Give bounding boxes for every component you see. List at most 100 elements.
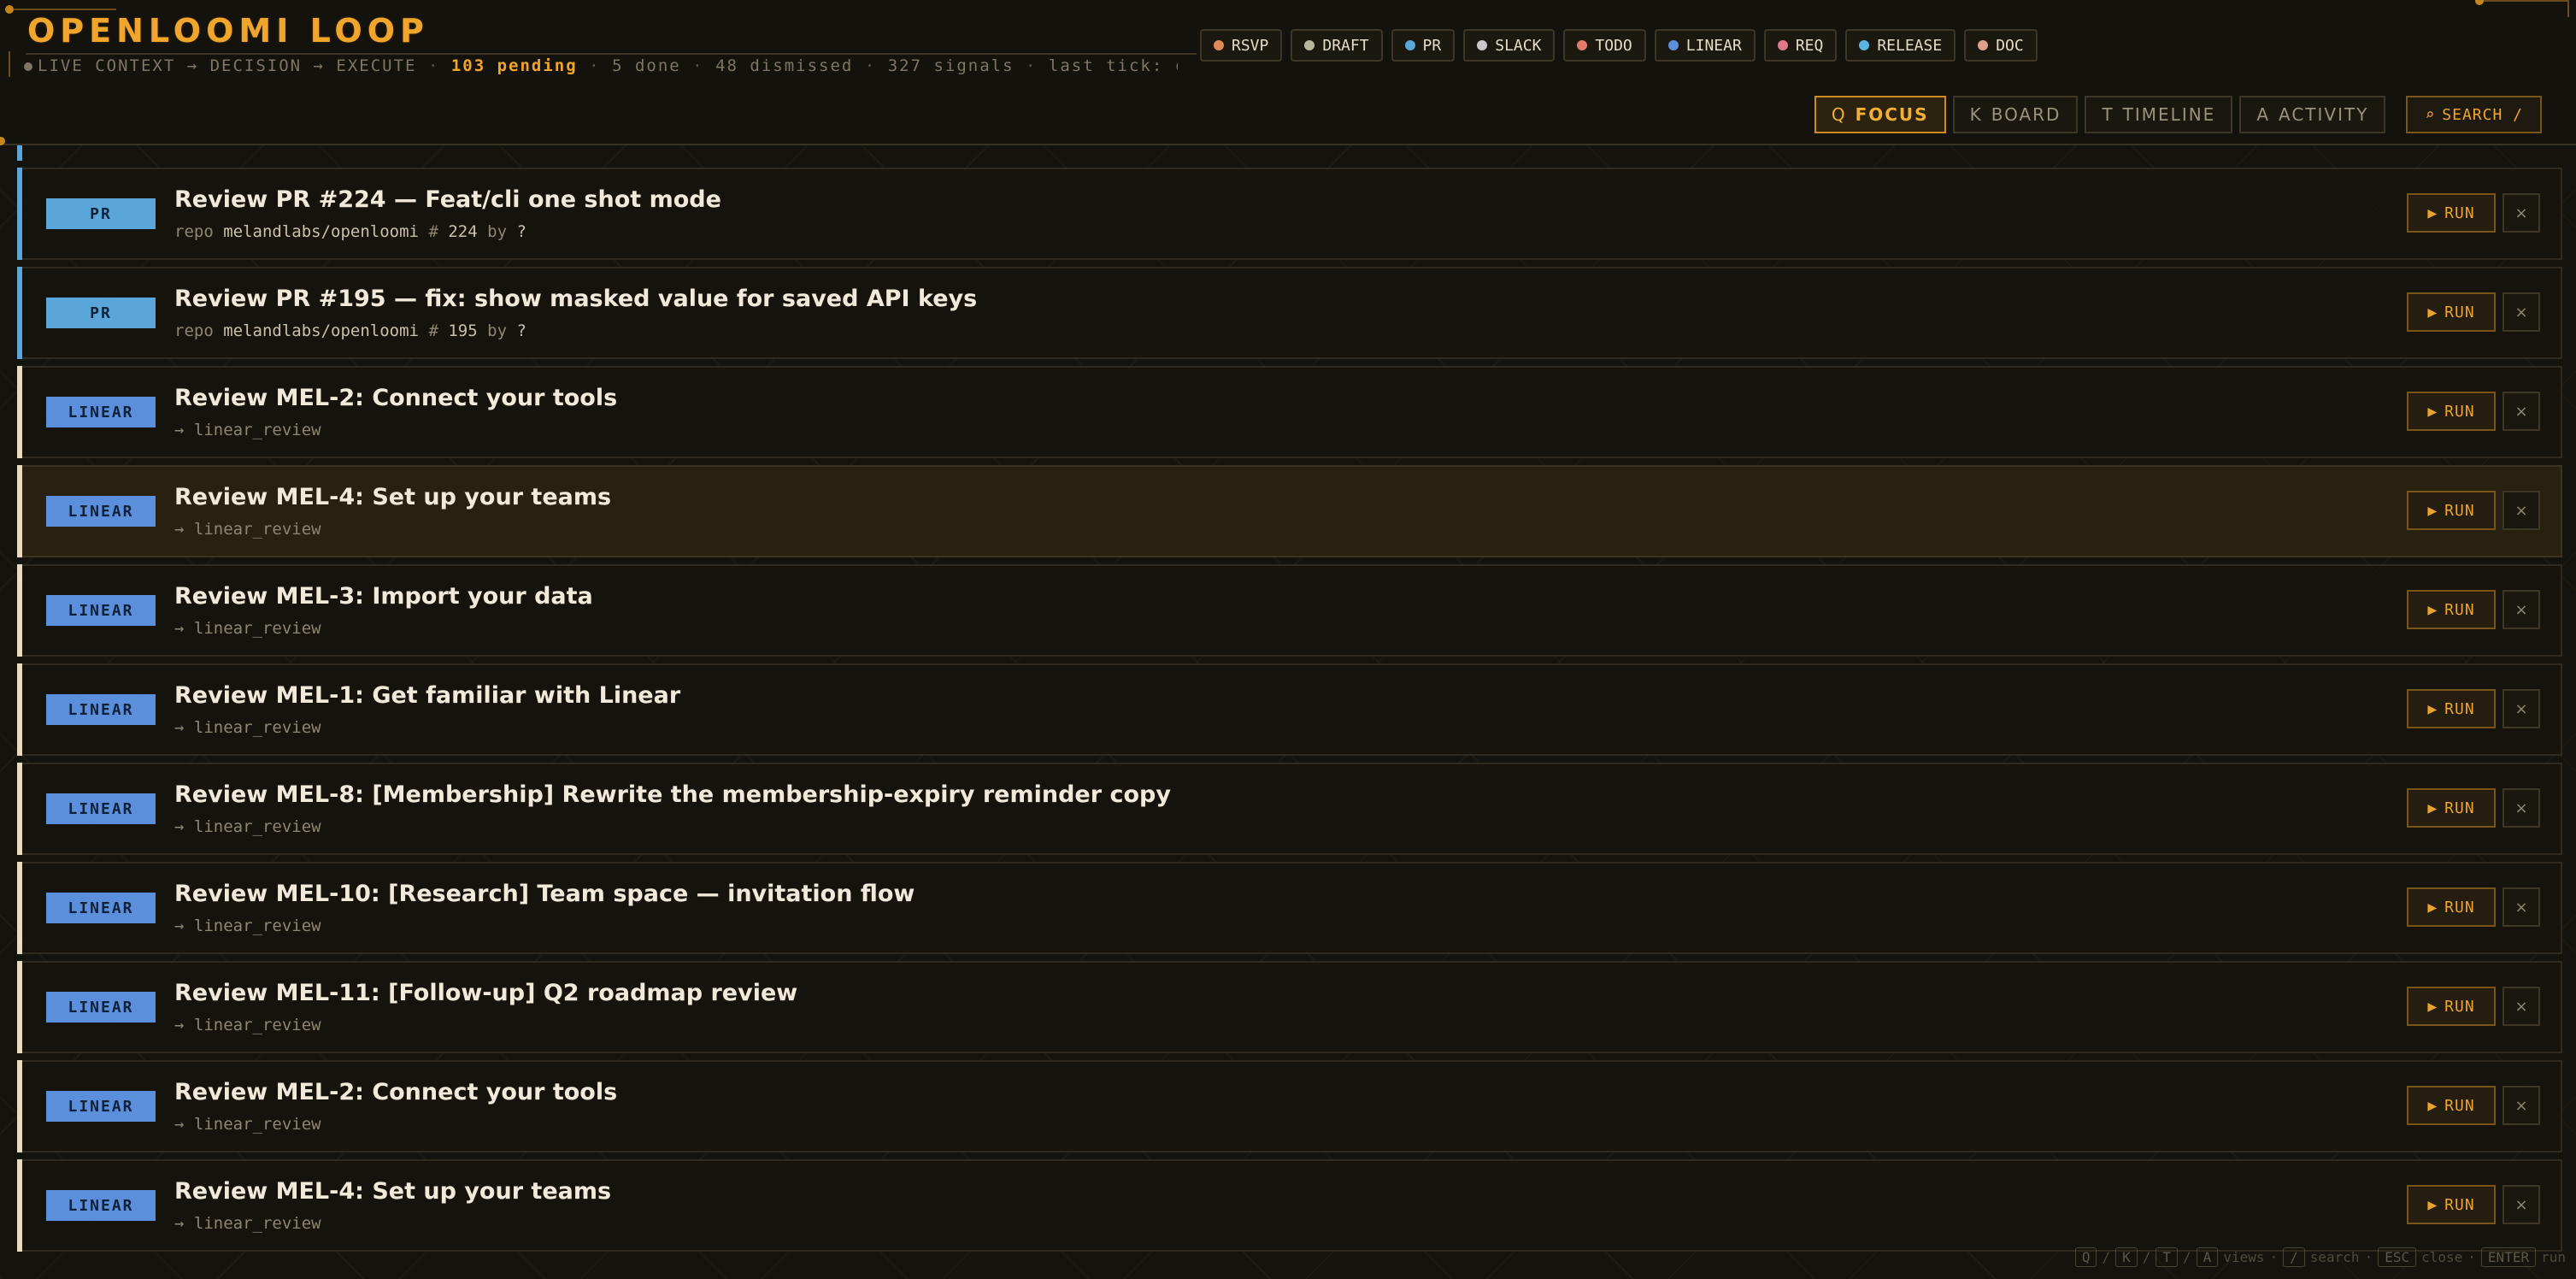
app-title: OPENLOOMI LOOP — [27, 12, 429, 50]
tab-board[interactable]: K BOARD — [1952, 96, 2079, 133]
item-title: Review MEL-11: [Follow-up] Q2 roadmap re… — [174, 980, 798, 1006]
dismiss-button[interactable]: × — [2502, 292, 2540, 332]
type-badge: LINEAR — [46, 397, 156, 427]
dismiss-button[interactable]: × — [2502, 1086, 2540, 1125]
search-button[interactable]: ⌕ SEARCH / — [2406, 96, 2542, 133]
chip-label: DRAFT — [1322, 36, 1369, 55]
dismiss-button[interactable]: × — [2502, 193, 2540, 233]
run-button[interactable]: ▶ RUN — [2407, 392, 2496, 431]
row-accent-bar — [17, 1159, 22, 1252]
run-button-label: RUN — [2444, 898, 2475, 917]
item-meta: → linear_review — [174, 520, 321, 539]
chip-dot-icon — [1667, 40, 1679, 50]
filter-chip-linear[interactable]: LINEAR — [1654, 29, 1756, 62]
type-badge: LINEAR — [46, 694, 156, 725]
hint-label: close — [2421, 1249, 2463, 1265]
run-button[interactable]: ▶ RUN — [2407, 491, 2496, 530]
chip-dot-icon — [1978, 40, 1989, 50]
type-badge: LINEAR — [46, 496, 156, 527]
item-title: Review PR #195 — fix: show masked value … — [174, 286, 978, 312]
filter-chip-release[interactable]: RELEASE — [1845, 29, 1956, 62]
type-badge: PR — [46, 298, 156, 328]
filter-chip-draft[interactable]: DRAFT — [1291, 29, 1383, 62]
hint-label: search — [2309, 1249, 2360, 1265]
filter-chip-slack[interactable]: SLACK — [1463, 29, 1556, 62]
run-button[interactable]: ▶ RUN — [2407, 292, 2496, 332]
play-icon: ▶ — [2427, 203, 2438, 222]
queue-item[interactable]: LINEAR Review MEL-1: Get familiar with Li… — [17, 663, 2562, 756]
filter-chip-req[interactable]: REQ — [1763, 29, 1838, 62]
dismiss-button[interactable]: × — [2502, 491, 2540, 530]
author-name: ? — [516, 321, 526, 340]
item-meta: → linear_review — [174, 1016, 321, 1034]
chip-label: PR — [1422, 36, 1442, 55]
tab-focus[interactable]: Q FOCUS — [1814, 96, 1946, 133]
pending-count: 103 pending — [450, 56, 578, 75]
frame-corner-dot — [2475, 0, 2484, 5]
dismiss-button[interactable]: × — [2502, 788, 2540, 828]
run-button[interactable]: ▶ RUN — [2407, 788, 2496, 828]
run-button[interactable]: ▶ RUN — [2407, 590, 2496, 629]
run-button-label: RUN — [2444, 799, 2475, 817]
run-button-label: RUN — [2444, 303, 2475, 321]
frame-corner-line — [14, 9, 116, 10]
chip-dot-icon — [1304, 40, 1315, 50]
keyboard-hints: Q / K / T / Aviews · / search · ESC close · ENTER run — [2074, 1247, 2566, 1267]
queue-item[interactable]: LINEAR Review MEL-4: Set up your teams → l… — [17, 465, 2562, 557]
item-meta: → linear_review — [174, 619, 321, 638]
play-icon: ▶ — [2427, 1195, 2438, 1214]
dismiss-button[interactable]: × — [2502, 1185, 2540, 1224]
title-rule — [26, 53, 1197, 55]
play-icon: ▶ — [2427, 501, 2438, 520]
done-count: 5 done — [612, 56, 681, 75]
run-button[interactable]: ▶ RUN — [2407, 887, 2496, 927]
dismiss-button[interactable]: × — [2502, 590, 2540, 629]
run-button[interactable]: ▶ RUN — [2407, 193, 2496, 233]
dismiss-button[interactable]: × — [2502, 887, 2540, 927]
chip-label: REQ — [1795, 36, 1824, 55]
dismiss-button[interactable]: × — [2502, 987, 2540, 1026]
dismiss-button[interactable]: × — [2502, 392, 2540, 431]
tab-timeline[interactable]: T TIMELINE — [2085, 96, 2233, 133]
dismiss-button[interactable]: × — [2502, 689, 2540, 728]
filter-chip-pr[interactable]: PR — [1391, 29, 1456, 62]
tab-activity[interactable]: A ACTIVITY — [2239, 96, 2386, 133]
queue-item[interactable]: LINEAR Review MEL-2: Connect your tools → … — [17, 366, 2562, 458]
queue-item[interactable]: PR Review PR #195 — fix: show masked valu… — [17, 267, 2562, 359]
queue-item[interactable]: LINEAR Review MEL-3: Import your data → li… — [17, 564, 2562, 657]
play-icon: ▶ — [2427, 600, 2438, 619]
filter-chip-todo[interactable]: TODO — [1563, 29, 1646, 62]
search-icon: ⌕ — [2425, 105, 2436, 124]
filter-chip-doc[interactable]: DOC — [1964, 29, 2038, 62]
frame-corner-line — [2484, 0, 2569, 2]
run-button[interactable]: ▶ RUN — [2407, 1086, 2496, 1125]
play-icon: ▶ — [2427, 997, 2438, 1016]
author-name: ? — [516, 222, 526, 241]
pr-number: 224 — [448, 222, 478, 241]
run-button[interactable]: ▶ RUN — [2407, 987, 2496, 1026]
queue-item[interactable]: LINEAR Review MEL-4: Set up your teams → l… — [17, 1159, 2562, 1252]
filter-chip-rsvp[interactable]: RSVP — [1200, 29, 1283, 62]
row-accent-bar — [17, 1060, 22, 1152]
queue-item[interactable]: LINEAR Review MEL-8: [Membership] Rewrite… — [17, 763, 2562, 855]
run-button-label: RUN — [2444, 699, 2475, 718]
action-label: → linear_review — [174, 619, 321, 638]
run-button-label: RUN — [2444, 501, 2475, 520]
chip-label: RSVP — [1232, 36, 1269, 55]
queue-item[interactable]: PR Review PR #224 — Feat/cli one shot mod… — [17, 168, 2562, 260]
play-icon: ▶ — [2427, 898, 2438, 917]
list-row-partial — [17, 145, 2562, 161]
queue-item[interactable]: LINEAR Review MEL-11: [Follow-up] Q2 road… — [17, 961, 2562, 1053]
queue-item[interactable]: LINEAR Review MEL-10: [Research] Team spa… — [17, 862, 2562, 954]
item-title: Review MEL-4: Set up your teams — [174, 484, 612, 510]
tab-activity-label: ACTIVITY — [2279, 104, 2369, 125]
queue-item[interactable]: LINEAR Review MEL-2: Connect your tools → … — [17, 1060, 2562, 1152]
author-label: by — [487, 222, 508, 241]
action-label: → linear_review — [174, 1214, 321, 1233]
run-button[interactable]: ▶ RUN — [2407, 1185, 2496, 1224]
row-accent-bar — [17, 366, 22, 458]
run-button[interactable]: ▶ RUN — [2407, 689, 2496, 728]
frame-corner-line — [9, 51, 10, 77]
run-button-label: RUN — [2444, 402, 2475, 421]
type-badge: LINEAR — [46, 793, 156, 824]
